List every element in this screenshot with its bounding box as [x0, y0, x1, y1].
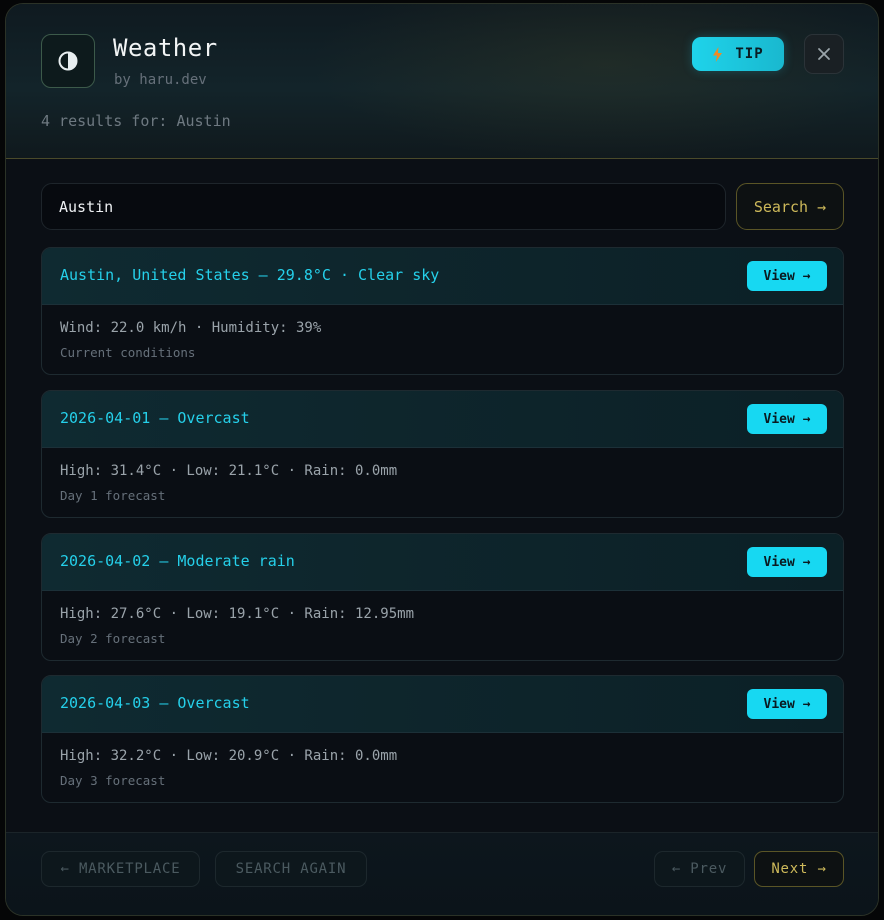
card-details: High: 27.6°C · Low: 19.1°C · Rain: 12.95… — [60, 606, 415, 622]
card-details: High: 31.4°C · Low: 21.1°C · Rain: 0.0mm — [60, 463, 398, 479]
view-button[interactable]: View → — [747, 547, 827, 577]
card-title: 2026-04-01 — Overcast — [60, 409, 250, 427]
app-author: by haru.dev — [114, 72, 207, 88]
card-header: 2026-04-01 — Overcast View → — [42, 391, 843, 448]
app-icon — [41, 34, 95, 88]
results-count: 4 results for: Austin — [41, 112, 231, 130]
view-button[interactable]: View → — [747, 261, 827, 291]
card-header: 2026-04-03 — Overcast View → — [42, 676, 843, 733]
card-details: Wind: 22.0 km/h · Humidity: 39% — [60, 320, 322, 336]
header: Weather by haru.dev 4 results for: Austi… — [6, 4, 878, 159]
card-subtitle: Current conditions — [60, 345, 196, 360]
card-details: High: 32.2°C · Low: 20.9°C · Rain: 0.0mm — [60, 748, 398, 764]
contrast-icon — [58, 51, 78, 71]
card-title: 2026-04-02 — Moderate rain — [60, 552, 295, 570]
footer: ← MARKETPLACE SEARCH AGAIN ← Prev Next → — [6, 832, 878, 915]
search-input[interactable] — [41, 183, 726, 230]
lightning-icon — [713, 46, 723, 62]
view-button[interactable]: View → — [747, 689, 827, 719]
card-subtitle: Day 3 forecast — [60, 773, 166, 788]
card-subtitle: Day 2 forecast — [60, 631, 166, 646]
result-card: Austin, United States — 29.8°C · Clear s… — [41, 247, 844, 375]
tip-button[interactable]: TIP — [692, 37, 784, 71]
search-again-button[interactable]: SEARCH AGAIN — [215, 851, 367, 887]
weather-window: Weather by haru.dev 4 results for: Austi… — [5, 3, 879, 916]
result-card: 2026-04-02 — Moderate rain View → High: … — [41, 533, 844, 661]
close-icon — [818, 48, 830, 60]
close-button[interactable] — [804, 34, 844, 74]
app-title: Weather — [113, 34, 218, 62]
card-title: Austin, United States — 29.8°C · Clear s… — [60, 266, 440, 284]
next-button[interactable]: Next → — [754, 851, 844, 887]
card-subtitle: Day 1 forecast — [60, 488, 166, 503]
card-header: Austin, United States — 29.8°C · Clear s… — [42, 248, 843, 305]
marketplace-button[interactable]: ← MARKETPLACE — [41, 851, 200, 887]
prev-button[interactable]: ← Prev — [654, 851, 745, 887]
result-card: 2026-04-03 — Overcast View → High: 32.2°… — [41, 675, 844, 803]
search-button[interactable]: Search → — [736, 183, 844, 230]
card-title: 2026-04-03 — Overcast — [60, 694, 250, 712]
card-header: 2026-04-02 — Moderate rain View → — [42, 534, 843, 591]
result-card: 2026-04-01 — Overcast View → High: 31.4°… — [41, 390, 844, 518]
tip-label: TIP — [735, 46, 764, 62]
view-button[interactable]: View → — [747, 404, 827, 434]
